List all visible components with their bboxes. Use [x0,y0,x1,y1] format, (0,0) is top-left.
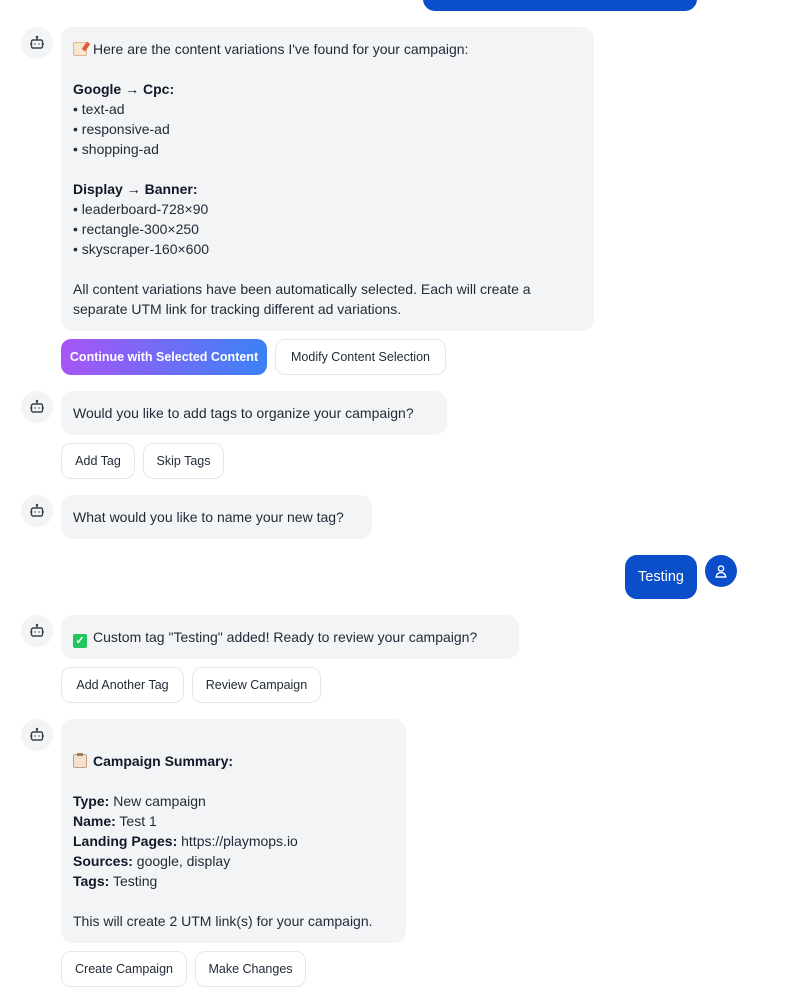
user-message: Testing [625,555,697,599]
bot-message-campaign-summary: Campaign Summary: Type: New campaign Nam… [61,719,406,943]
review-campaign-button[interactable]: Review Campaign [192,667,321,703]
previous-user-message [423,0,697,11]
skip-tags-button[interactable]: Skip Tags [143,443,224,479]
add-tag-button[interactable]: Add Tag [61,443,135,479]
summary-value: New campaign [109,793,206,809]
bot-avatar [21,719,53,751]
list-item: • rectangle-300×250 [73,221,199,237]
summary-value: Test 1 [115,813,157,829]
summary-label: Sources: [73,853,133,869]
summary-value: Testing [109,873,158,889]
message-text: This will create 2 UTM link(s) for your … [73,913,373,929]
message-text: Here are the content variations I've fou… [93,41,469,57]
make-changes-button[interactable]: Make Changes [195,951,306,987]
list-item: • skyscraper-160×600 [73,241,210,257]
google-heading: Google → Cpc: [73,81,175,97]
bot-avatar [21,615,53,647]
bot-icon [30,399,44,413]
list-item: • leaderboard-728×90 [73,201,209,217]
bot-icon [30,623,44,637]
bot-message-tags-question: Would you like to add tags to organize y… [61,391,447,435]
bot-avatar [21,27,53,59]
bot-message-tag-name: What would you like to name your new tag… [61,495,372,539]
summary-value: google, display [132,853,231,869]
summary-value: https://playmops.io [177,833,298,849]
summary-landing-pages: Landing Pages: https://playmops.io [73,831,394,851]
summary-name: Name: Test 1 [73,811,394,831]
bot-avatar [21,391,53,423]
summary-type: Type: New campaign [73,791,394,811]
bot-icon [30,35,44,49]
chat-thread: Here are the content variations I've fou… [0,0,793,994]
message-text: What would you like to name your new tag… [73,509,344,525]
bot-icon [30,727,44,741]
list-item: • shopping-ad [73,141,159,157]
bot-avatar [21,495,53,527]
message-text: Would you like to add tags to organize y… [73,405,414,421]
add-another-tag-button[interactable]: Add Another Tag [61,667,184,703]
summary-label: Name: [73,813,116,829]
bot-message-tag-added: ✓ Custom tag "Testing" added! Ready to re… [61,615,519,659]
summary-label: Landing Pages: [73,833,178,849]
summary-heading: Campaign Summary: [93,753,234,769]
summary-sources: Sources: google, display [73,851,394,871]
user-icon [715,565,727,578]
check-mark-icon: ✓ [73,634,87,648]
user-avatar [705,555,737,587]
modify-content-selection-button[interactable]: Modify Content Selection [275,339,446,375]
display-heading: Display → Banner: [73,181,198,197]
continue-selected-content-button[interactable]: Continue with Selected Content [61,339,267,375]
bot-icon [30,503,44,517]
clipboard-icon [73,753,87,768]
memo-icon [73,42,87,56]
summary-label: Type: [73,793,110,809]
create-campaign-button[interactable]: Create Campaign [61,951,187,987]
summary-tags: Tags: Testing [73,871,394,891]
message-text: separate UTM link for tracking different… [73,301,402,317]
message-text: Custom tag "Testing" added! Ready to rev… [93,629,478,645]
bot-message-content-variations: Here are the content variations I've fou… [61,27,594,331]
message-text: All content variations have been automat… [73,281,531,297]
summary-label: Tags: [73,873,110,889]
list-item: • responsive-ad [73,121,170,137]
list-item: • text-ad [73,101,125,117]
